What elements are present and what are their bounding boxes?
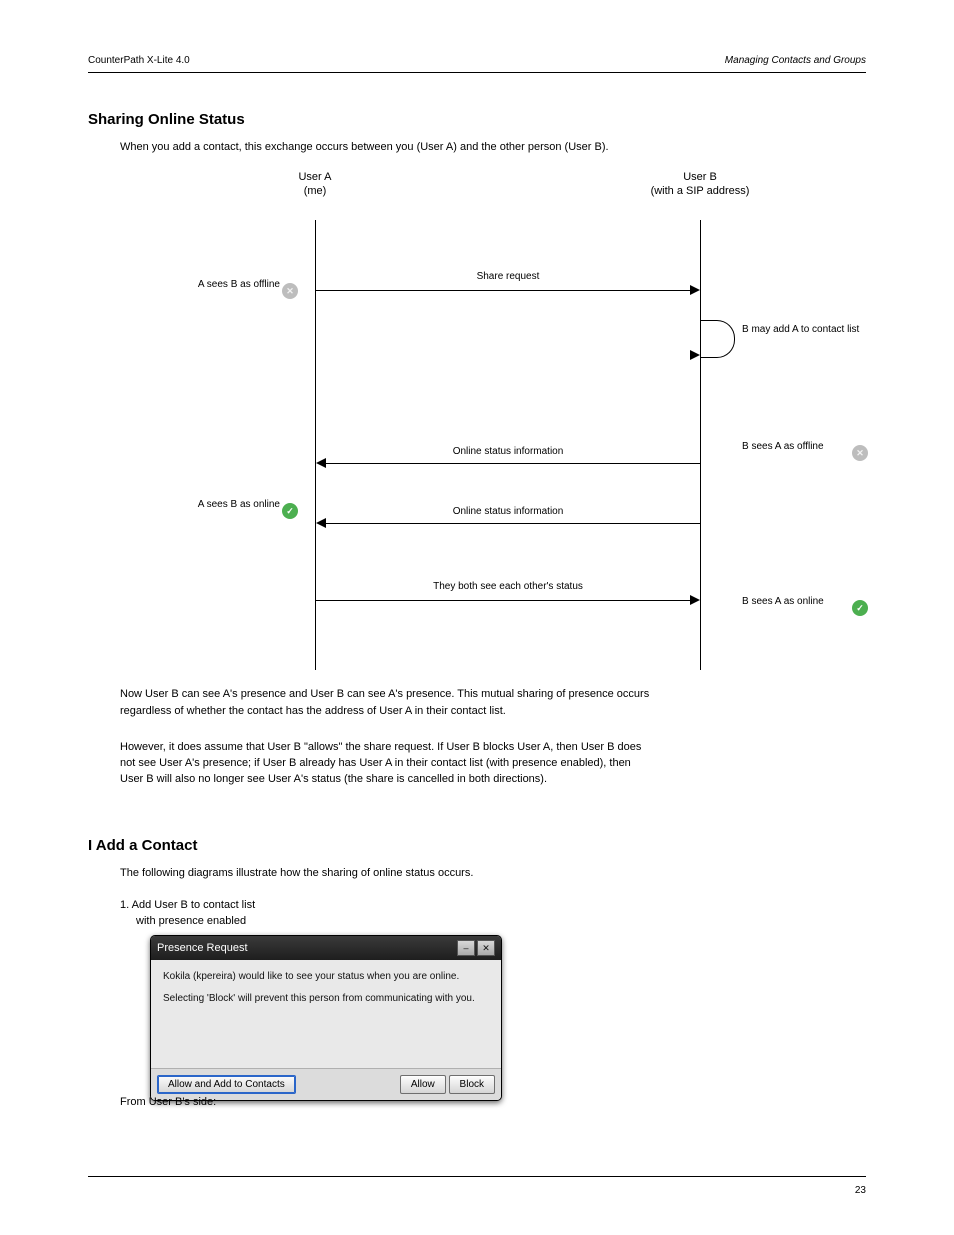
header-rule [88, 72, 866, 73]
lifeline-user-b [700, 220, 701, 670]
actor-user-b: User B (with a SIP address) [615, 170, 785, 199]
arrow-head-online-status [316, 518, 326, 528]
intro-paragraph: When you add a contact, this exchange oc… [120, 140, 860, 155]
actor-user-a: User A (me) [230, 170, 400, 199]
close-icon[interactable]: ✕ [477, 940, 495, 956]
presence-request-dialog: Presence Request – ✕ Kokila (kpereira) w… [150, 935, 502, 1101]
self-loop-b [700, 320, 735, 358]
arrow-online-status [326, 523, 700, 524]
dialog-titlebar: Presence Request – ✕ [151, 936, 501, 960]
msg-online-status: Online status information [323, 505, 693, 519]
arrow-head-share-request [690, 285, 700, 295]
header-right: Managing Contacts and Groups [725, 54, 866, 68]
note-b-sees-a-offline: B sees A as offline [742, 440, 862, 454]
summary-paragraph-2: regardless of whether the contact has th… [120, 704, 860, 719]
dialog-line-1: Kokila (kpereira) would like to see your… [163, 970, 489, 984]
dialog-line-2: Selecting 'Block' will prevent this pers… [163, 992, 489, 1006]
page-number: 23 [855, 1184, 866, 1198]
online-icon [852, 600, 868, 616]
lifeline-user-a [315, 220, 316, 670]
actor-user-a-label: User A (me) [298, 171, 331, 197]
step-1-label: 1. Add User B to contact list [120, 898, 860, 913]
caveat-paragraph-2: not see User A's presence; if User B alr… [120, 756, 860, 771]
allow-button[interactable]: Allow [400, 1075, 446, 1094]
section-heading: Sharing Online Status [88, 110, 245, 130]
flow-heading: I Add a Contact [88, 836, 197, 856]
online-icon [282, 503, 298, 519]
footer-rule [88, 1176, 866, 1177]
arrow-allow [326, 463, 700, 464]
header-left: CounterPath X-Lite 4.0 [88, 54, 190, 68]
step-1-label-cont: with presence enabled [136, 914, 860, 929]
allow-and-add-button[interactable]: Allow and Add to Contacts [157, 1075, 296, 1094]
offline-icon [282, 283, 298, 299]
note-b-sees-a-online: B sees A as online [742, 595, 862, 609]
block-button[interactable]: Block [449, 1075, 495, 1094]
msg-share-request: Share request [323, 270, 693, 284]
offline-icon [852, 445, 868, 461]
arrow-head-self-loop [690, 350, 700, 360]
sequence-diagram: User A (me) User B (with a SIP address) … [160, 170, 880, 670]
minimize-icon[interactable]: – [457, 940, 475, 956]
actor-user-b-label: User B (with a SIP address) [651, 171, 750, 197]
caveat-paragraph-3: User B will also no longer see User A's … [120, 772, 860, 787]
self-loop-text: B may add A to contact list [742, 323, 922, 337]
flow-paragraph: The following diagrams illustrate how th… [120, 866, 860, 881]
summary-paragraph-1: Now User B can see A's presence and User… [120, 687, 860, 702]
note-a-sees-b-online: A sees B as online [110, 498, 280, 512]
arrow-head-ack [690, 595, 700, 605]
note-a-sees-b-offline: A sees B as offline [110, 278, 280, 292]
caveat-paragraph-1: However, it does assume that User B "all… [120, 740, 860, 755]
arrow-head-allow [316, 458, 326, 468]
msg-ack: They both see each other's status [323, 580, 693, 594]
msg-allow: Online status information [323, 445, 693, 459]
dialog-title: Presence Request [157, 941, 248, 956]
arrow-ack [316, 600, 690, 601]
arrow-share-request [316, 290, 690, 291]
dialog-body: Kokila (kpereira) would like to see your… [151, 960, 501, 1068]
from-user-b-label: From User B's side: [120, 1095, 860, 1110]
